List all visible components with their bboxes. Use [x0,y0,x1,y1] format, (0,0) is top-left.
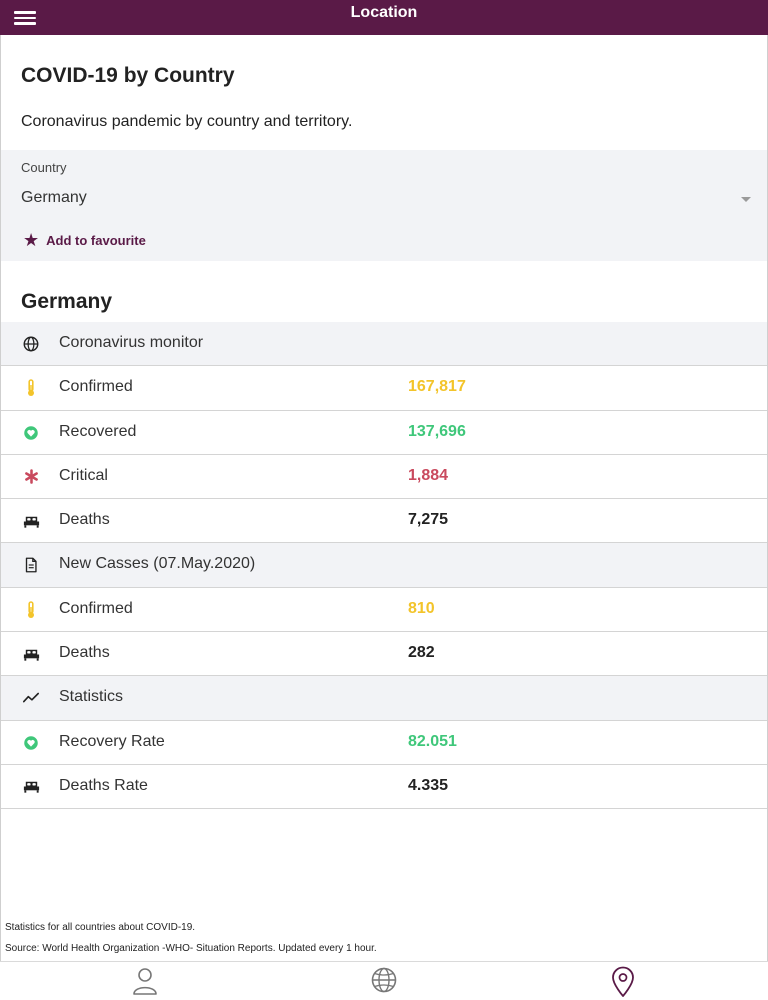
nav-global-button[interactable] [369,966,399,998]
person-icon [133,968,157,995]
stat-label: Deaths [59,511,110,529]
footer-note-stats: Statistics for all countries about COVID… [5,922,196,933]
section-label: Coronavirus monitor [59,334,204,351]
stat-row-new-confirmed: Confirmed 810 [1,587,767,633]
stat-label: Recovery Rate [59,732,165,750]
country-heading: Germany [21,290,113,313]
thermometer-icon [21,378,41,398]
location-pin-icon [612,966,634,997]
stat-value: 7,275 [408,511,449,529]
section-header-monitor: Coronavirus monitor [1,322,767,367]
stat-label: Recovered [59,422,137,440]
country-selected-value: Germany [21,189,87,206]
stat-row-recovery-rate: Recovery Rate 82.051 [1,720,767,765]
section-header-new-cases: New Casses (07.May.2020) [1,543,767,588]
section-label: Statistics [59,688,124,706]
asterisk-icon [21,467,41,487]
page-subtitle: Coronavirus pandemic by country and terr… [21,113,353,130]
heart-badge-icon [21,423,41,443]
stat-value: 282 [408,644,435,662]
stat-row-confirmed: Confirmed 167,817 [1,366,767,411]
stat-row-new-deaths: Deaths 282 [1,632,767,677]
page-title: COVID-19 by Country [21,64,235,87]
globe-icon [21,334,41,354]
bed-icon [21,511,41,531]
add-to-favourite-label: Add to favourite [46,232,146,248]
stat-label: Confirmed [59,378,133,396]
nav-location-button[interactable] [608,966,638,998]
stat-value: 4.335 [408,776,449,794]
section-label: New Casses (07.May.2020) [59,555,256,573]
bed-icon [21,777,41,797]
heart-badge-icon [21,733,41,753]
add-to-favourite-button[interactable]: ★ Add to favourite [23,230,146,250]
stat-value: 1,884 [408,466,449,484]
country-dropdown[interactable]: Germany [21,186,757,212]
thermometer-icon [21,600,41,620]
document-icon [21,555,41,575]
stat-value: 137,696 [408,422,466,440]
stat-label: Critical [59,466,108,484]
dropdown-arrow-icon [741,197,751,202]
stat-row-deaths: Deaths 7,275 [1,499,767,544]
stat-row-critical: Critical 1,884 [1,454,767,500]
bottom-nav [0,961,768,1000]
country-field-label: Country [21,160,67,175]
stat-value: 167,817 [408,378,466,396]
country-selector-panel: Country Germany ★ Add to favourite [1,150,767,261]
stat-row-deaths-rate: Deaths Rate 4.335 [1,764,767,810]
stat-label: Confirmed [59,599,133,617]
header-title: Location [350,4,418,21]
bed-icon [21,644,41,664]
stat-label: Deaths Rate [59,776,148,794]
app-header: Location [0,0,768,35]
section-header-statistics: Statistics [1,676,767,721]
nav-profile-button[interactable] [130,966,160,998]
stat-label: Deaths [59,644,110,662]
stat-value: 810 [408,599,435,617]
stat-row-recovered: Recovered 137,696 [1,410,767,455]
globe-icon [371,967,397,993]
stats-table: Coronavirus monitor Confirmed 167,817 Re… [1,322,767,810]
footer-note-source: Source: World Health Organization -WHO- … [5,943,377,954]
stat-value: 82.051 [408,732,457,750]
trend-line-icon [21,688,41,708]
star-icon: ★ [23,230,40,250]
